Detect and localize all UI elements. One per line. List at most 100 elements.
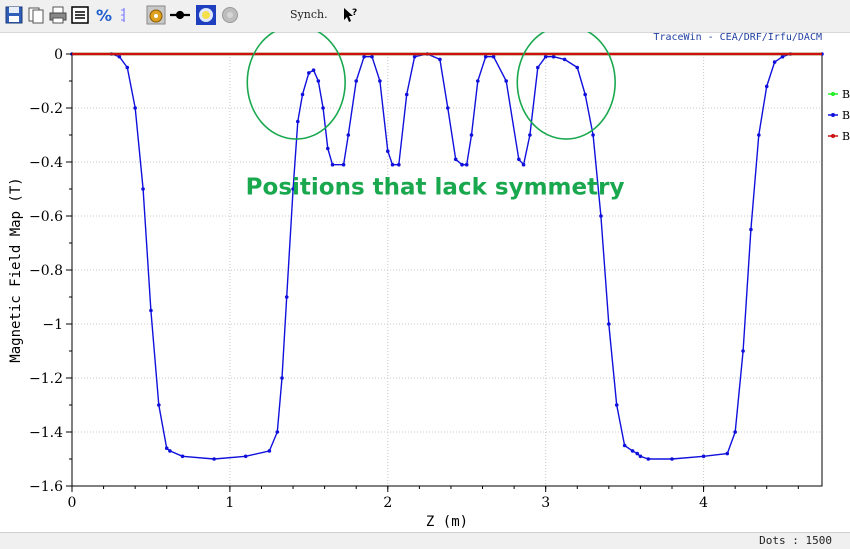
ticks: 0 1 2 3 4 0 −0.2 −0.4 −0.6 −0.8 −1 −1.2 −1.4 −1.6 bbox=[29, 47, 799, 511]
data-point bbox=[390, 162, 395, 167]
data-point bbox=[311, 68, 316, 72]
data-point bbox=[575, 65, 580, 70]
data-point bbox=[378, 79, 382, 83]
data-point bbox=[780, 54, 785, 59]
data-point bbox=[307, 71, 311, 75]
data-point bbox=[583, 92, 587, 97]
annotation-ellipse bbox=[246, 32, 346, 140]
print-icon[interactable] bbox=[48, 5, 68, 25]
data-point bbox=[757, 133, 761, 137]
data-point bbox=[528, 133, 532, 137]
data-point bbox=[504, 79, 509, 83]
legend-label: B bbox=[842, 130, 850, 143]
data-point bbox=[325, 146, 330, 151]
data-point bbox=[701, 454, 706, 459]
svg-text:%: % bbox=[96, 6, 112, 24]
data-point bbox=[535, 65, 540, 70]
data-point bbox=[404, 92, 409, 97]
data-point bbox=[469, 133, 474, 137]
data-point bbox=[453, 157, 458, 162]
legend-label: B bbox=[842, 88, 850, 101]
data-point bbox=[483, 54, 488, 59]
data-point bbox=[517, 157, 521, 162]
save-icon[interactable] bbox=[4, 5, 24, 25]
grid bbox=[72, 54, 822, 486]
data-point bbox=[275, 430, 280, 434]
data-point bbox=[464, 162, 469, 167]
y-axis-label: Magnetic Field Map (T) bbox=[8, 177, 24, 362]
data-point bbox=[599, 214, 603, 218]
data-point bbox=[243, 454, 248, 459]
data-point bbox=[725, 451, 730, 456]
gray-circle-icon[interactable] bbox=[220, 5, 240, 25]
annotation-text: Positions that lack symmetry bbox=[246, 174, 625, 200]
copy-icon[interactable] bbox=[26, 5, 46, 25]
x-tick-label: 3 bbox=[541, 495, 550, 511]
data-point bbox=[460, 162, 464, 167]
data-point bbox=[445, 106, 450, 110]
bars-icon[interactable] bbox=[114, 5, 134, 25]
y-tick-label: −0.8 bbox=[29, 263, 63, 279]
x-tick-label: 0 bbox=[68, 495, 77, 511]
synch-button[interactable]: Synch. bbox=[290, 8, 328, 21]
data-point bbox=[212, 457, 216, 461]
legend-marker bbox=[831, 92, 835, 96]
data-point bbox=[591, 133, 595, 137]
data-point bbox=[630, 449, 635, 453]
list-icon[interactable] bbox=[70, 5, 90, 25]
data-point bbox=[354, 79, 359, 83]
y-tick-label: −1 bbox=[42, 317, 63, 333]
data-point bbox=[749, 227, 753, 232]
target-icon[interactable] bbox=[196, 5, 216, 25]
data-point bbox=[438, 57, 442, 62]
data-point bbox=[614, 403, 619, 407]
data-point bbox=[622, 443, 627, 448]
series-layer bbox=[70, 52, 824, 461]
annotation-ellipse bbox=[516, 32, 616, 140]
data-point bbox=[280, 376, 284, 380]
help-pointer-icon[interactable]: ? bbox=[340, 5, 360, 25]
data-point bbox=[300, 92, 305, 97]
data-point bbox=[397, 162, 401, 167]
y-tick-label: −1.4 bbox=[29, 425, 63, 441]
legend-marker bbox=[831, 134, 835, 138]
y-tick-label: 0 bbox=[54, 47, 63, 63]
data-point bbox=[412, 54, 417, 59]
data-point bbox=[164, 446, 169, 451]
data-point bbox=[141, 187, 145, 191]
x-tick-label: 4 bbox=[699, 495, 708, 511]
data-point bbox=[521, 162, 526, 167]
data-point bbox=[341, 162, 346, 167]
chart: 0 1 2 3 4 0 −0.2 −0.4 −0.6 −0.8 −1 −1.2 −1.4 −1.6 Z (… bbox=[8, 32, 850, 530]
data-point bbox=[295, 119, 300, 124]
svg-text:?: ? bbox=[352, 8, 357, 18]
data-point bbox=[149, 308, 153, 313]
data-point bbox=[562, 57, 567, 62]
toolbar: % Synch. ? bbox=[0, 0, 850, 33]
data-point bbox=[157, 403, 161, 407]
marker-line-icon[interactable] bbox=[170, 5, 190, 25]
y-tick-label: −0.6 bbox=[29, 209, 63, 225]
data-point bbox=[733, 430, 737, 434]
dots-count: Dots : 1500 bbox=[759, 534, 832, 547]
data-point bbox=[125, 65, 130, 70]
settings-icon[interactable] bbox=[146, 5, 166, 25]
data-point bbox=[638, 454, 643, 459]
data-point bbox=[316, 79, 321, 83]
legend-marker bbox=[831, 113, 835, 117]
data-point bbox=[475, 79, 480, 83]
data-point bbox=[491, 54, 496, 59]
data-point bbox=[267, 449, 272, 453]
series-line-1 bbox=[72, 53, 822, 460]
data-point bbox=[330, 162, 335, 167]
percent-icon[interactable]: % bbox=[94, 5, 114, 25]
data-point bbox=[670, 457, 674, 461]
data-point bbox=[385, 149, 390, 153]
data-point bbox=[362, 54, 366, 59]
data-point bbox=[543, 54, 548, 59]
data-point bbox=[168, 449, 172, 453]
data-point bbox=[772, 60, 777, 64]
data-point bbox=[551, 54, 556, 59]
x-tick-label: 1 bbox=[225, 495, 234, 511]
y-tick-label: −1.2 bbox=[29, 371, 63, 387]
